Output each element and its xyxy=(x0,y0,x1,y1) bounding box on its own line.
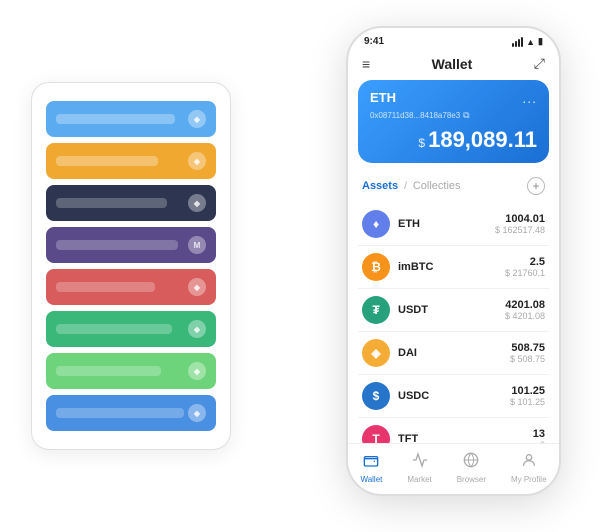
asset-amount-usd: $ 508.75 xyxy=(510,354,545,364)
asset-row-eth[interactable]: ♦ ETH1004.01$ 162517.48 xyxy=(358,203,549,246)
nav-label-market: Market xyxy=(407,475,431,484)
eth-dollar-sign: $ xyxy=(418,136,425,150)
card-item-6[interactable]: ◆ xyxy=(46,353,216,389)
asset-amount-usd: $ 4201.08 xyxy=(505,311,545,321)
page-title: Wallet xyxy=(432,56,473,72)
asset-row-dai[interactable]: ◈ DAI508.75$ 508.75 xyxy=(358,332,549,375)
assets-tabs: Assets / Collecties xyxy=(362,180,461,192)
signal-icon xyxy=(512,37,523,47)
nav-label-profile: My Profile xyxy=(511,475,547,484)
nav-label-wallet: Wallet xyxy=(360,475,382,484)
asset-amount-usd: $ 21760.1 xyxy=(505,268,545,278)
nav-icon-wallet xyxy=(363,452,379,473)
eth-card-top: ETH ... xyxy=(370,90,537,106)
asset-amount-main: 508.75 xyxy=(510,342,545,354)
card-item-1[interactable]: ◆ xyxy=(46,143,216,179)
asset-icon-eth: ♦ xyxy=(362,210,390,238)
asset-amounts-eth: 1004.01$ 162517.48 xyxy=(495,213,545,235)
status-time: 9:41 xyxy=(364,36,384,47)
expand-icon[interactable]: ⤢ xyxy=(534,55,545,72)
asset-row-imbtc[interactable]: ₿ imBTC2.5$ 21760.1 xyxy=(358,246,549,289)
tab-assets[interactable]: Assets xyxy=(362,180,398,192)
asset-icon-usdt: ₮ xyxy=(362,296,390,324)
asset-icon-imbtc: ₿ xyxy=(362,253,390,281)
wifi-icon: ▲ xyxy=(526,37,535,47)
card-item-5[interactable]: ◆ xyxy=(46,311,216,347)
nav-item-profile[interactable]: My Profile xyxy=(511,452,547,484)
tab-collectibles[interactable]: Collecties xyxy=(413,180,461,192)
asset-amount-main: 101.25 xyxy=(510,385,545,397)
asset-icon-dai: ◈ xyxy=(362,339,390,367)
asset-icon-tft: T xyxy=(362,425,390,443)
card-item-3[interactable]: M xyxy=(46,227,216,263)
eth-balance: 189,089.11 xyxy=(428,127,537,153)
asset-row-usdt[interactable]: ₮ USDT4201.08$ 4201.08 xyxy=(358,289,549,332)
nav-item-market[interactable]: Market xyxy=(407,452,431,484)
asset-name-dai: DAI xyxy=(398,347,510,359)
phone: 9:41 ▲ ▮ ≡ Wallet ⤢ ETH ... xyxy=(346,26,561,496)
asset-amounts-imbtc: 2.5$ 21760.1 xyxy=(505,256,545,278)
asset-amounts-tft: 130 xyxy=(533,428,545,443)
asset-row-tft[interactable]: T TFT130 xyxy=(358,418,549,443)
nav-icon-browser xyxy=(463,452,479,473)
asset-name-usdt: USDT xyxy=(398,304,505,316)
copy-icon[interactable]: ⧉ xyxy=(463,110,469,121)
asset-amounts-usdc: 101.25$ 101.25 xyxy=(510,385,545,407)
eth-more-button[interactable]: ... xyxy=(522,90,537,106)
asset-amounts-usdt: 4201.08$ 4201.08 xyxy=(505,299,545,321)
asset-amount-main: 13 xyxy=(533,428,545,440)
asset-row-usdc[interactable]: $ USDC101.25$ 101.25 xyxy=(358,375,549,418)
card-item-7[interactable]: ◆ xyxy=(46,395,216,431)
battery-icon: ▮ xyxy=(538,36,543,47)
status-icons: ▲ ▮ xyxy=(512,36,543,47)
asset-name-tft: TFT xyxy=(398,433,533,443)
asset-amount-main: 2.5 xyxy=(505,256,545,268)
asset-amount-main: 1004.01 xyxy=(495,213,545,225)
bottom-nav: Wallet Market Browser My Profile xyxy=(348,443,559,494)
eth-label: ETH xyxy=(370,90,396,105)
asset-icon-usdc: $ xyxy=(362,382,390,410)
assets-header: Assets / Collecties + xyxy=(348,173,559,203)
phone-header: ≡ Wallet ⤢ xyxy=(348,51,559,80)
asset-list: ♦ ETH1004.01$ 162517.48 ₿ imBTC2.5$ 21760.1… xyxy=(348,203,559,443)
eth-card[interactable]: ETH ... 0x08711d38...8418a78e3 ⧉ $ 189,0… xyxy=(358,80,549,163)
eth-address: 0x08711d38...8418a78e3 ⧉ xyxy=(370,110,537,121)
nav-item-browser[interactable]: Browser xyxy=(457,452,486,484)
nav-item-wallet[interactable]: Wallet xyxy=(360,452,382,484)
nav-icon-profile xyxy=(521,452,537,473)
asset-name-usdc: USDC xyxy=(398,390,510,402)
scene: ◆ ◆ ◆ M ◆ ◆ ◆ ◆ 9:41 ▲ ▮ ≡ Wallet ⤢ xyxy=(21,16,581,516)
asset-amounts-dai: 508.75$ 508.75 xyxy=(510,342,545,364)
asset-name-eth: ETH xyxy=(398,218,495,230)
menu-icon[interactable]: ≡ xyxy=(362,56,370,72)
card-stack: ◆ ◆ ◆ M ◆ ◆ ◆ ◆ xyxy=(31,82,231,450)
asset-amount-usd: $ 101.25 xyxy=(510,397,545,407)
add-asset-button[interactable]: + xyxy=(527,177,545,195)
status-bar: 9:41 ▲ ▮ xyxy=(348,28,559,51)
nav-label-browser: Browser xyxy=(457,475,486,484)
asset-amount-usd: $ 162517.48 xyxy=(495,225,545,235)
asset-amount-main: 4201.08 xyxy=(505,299,545,311)
nav-icon-market xyxy=(412,452,428,473)
tab-separator: / xyxy=(404,181,407,192)
card-item-4[interactable]: ◆ xyxy=(46,269,216,305)
asset-name-imbtc: imBTC xyxy=(398,261,505,273)
card-item-0[interactable]: ◆ xyxy=(46,101,216,137)
card-item-2[interactable]: ◆ xyxy=(46,185,216,221)
